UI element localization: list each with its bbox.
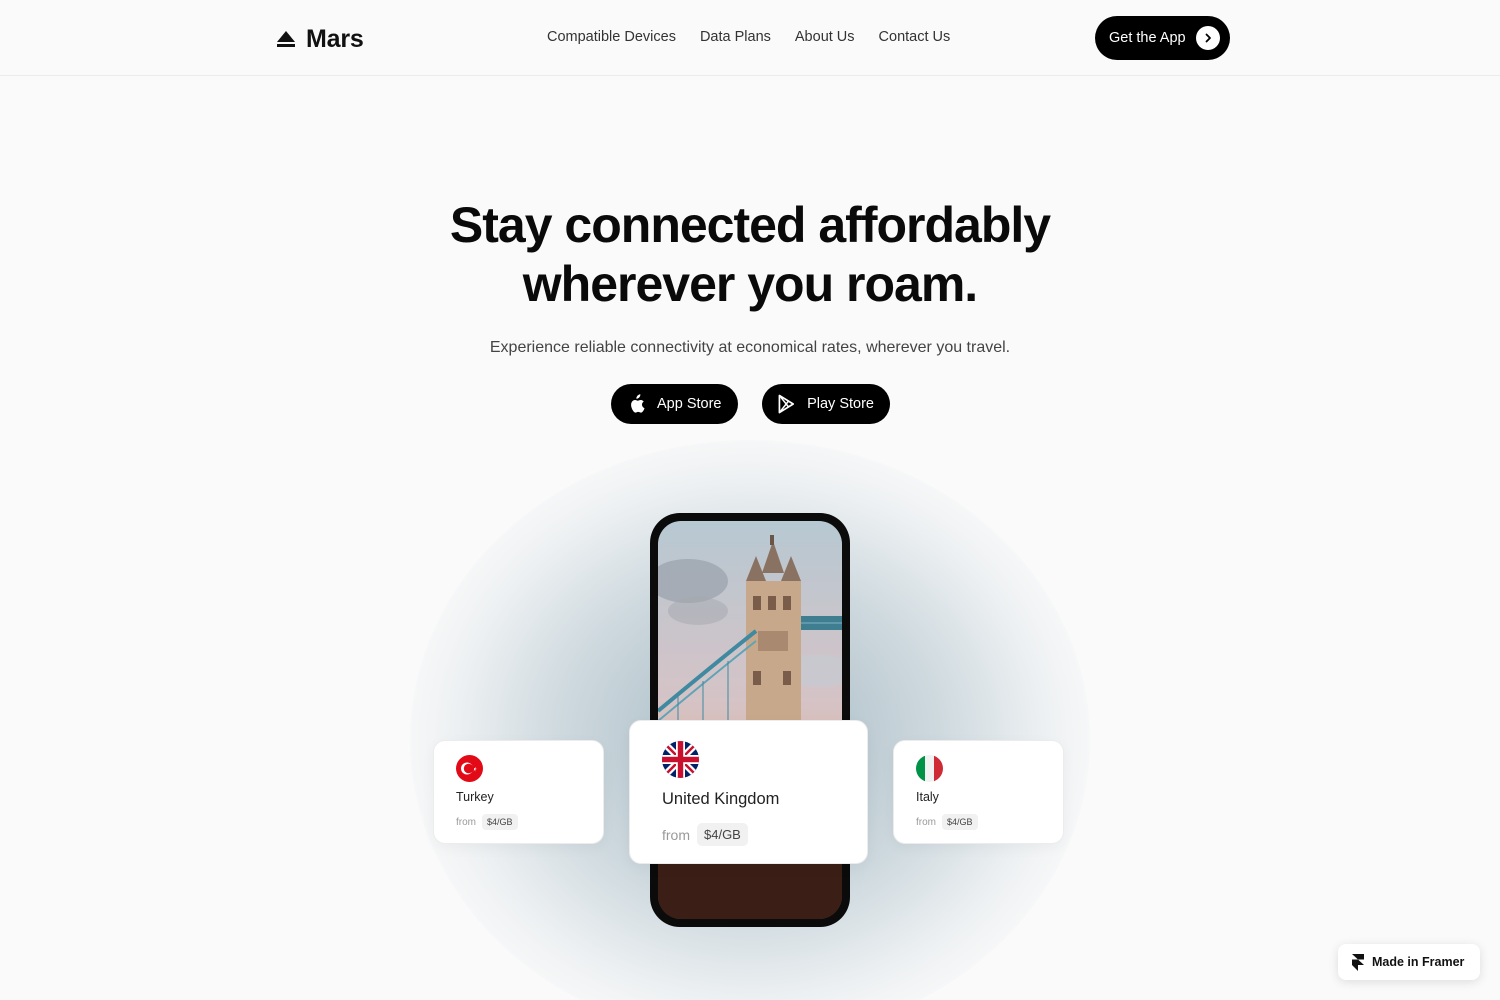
chevron-right-icon: [1195, 26, 1220, 50]
hero-headline-line2: wherever you roam.: [522, 256, 978, 312]
hero-headline: Stay connected affordably wherever you r…: [0, 196, 1500, 314]
from-label: from: [916, 816, 936, 828]
made-in-framer-label: Made in Framer: [1372, 955, 1465, 969]
logo[interactable]: Mars: [276, 24, 364, 54]
country-name: Turkey: [456, 790, 494, 804]
nav-links: Compatible Devices Data Plans About Us C…: [547, 29, 950, 45]
hero-subheadline: Experience reliable connectivity at econ…: [489, 339, 1011, 356]
app-store-label: App Store: [657, 396, 722, 412]
hero-headline-line1: Stay connected affordably: [449, 197, 1051, 253]
price-row: from $4/GB: [456, 814, 581, 830]
from-label: from: [662, 826, 690, 843]
country-card-united-kingdom[interactable]: United Kingdom from $4/GB: [629, 720, 868, 864]
top-navigation: Mars Compatible Devices Data Plans About…: [0, 0, 1500, 76]
turkey-flag-icon: [456, 755, 483, 782]
apple-icon: [631, 394, 645, 413]
country-card-italy[interactable]: Italy from $4/GB: [893, 740, 1064, 844]
country-name: Italy: [916, 790, 939, 804]
play-store-icon: [778, 394, 795, 414]
nav-link-data-plans[interactable]: Data Plans: [700, 29, 771, 45]
app-store-button[interactable]: App Store: [611, 384, 738, 424]
framer-icon: [1352, 953, 1364, 971]
play-store-button[interactable]: Play Store: [762, 384, 890, 424]
country-name: United Kingdom: [662, 790, 780, 808]
nav-link-about-us[interactable]: About Us: [795, 29, 855, 45]
price-tag: $4/GB: [942, 814, 978, 830]
get-the-app-label: Get the App: [1109, 30, 1186, 46]
store-buttons: App Store Play Store: [611, 384, 890, 424]
logo-icon: [277, 31, 295, 47]
price-row: from $4/GB: [916, 814, 1041, 830]
logo-text: Mars: [306, 24, 364, 53]
play-store-label: Play Store: [807, 396, 874, 412]
country-card-turkey[interactable]: Turkey from $4/GB: [433, 740, 604, 844]
uk-flag-icon: [662, 741, 699, 778]
made-in-framer-badge[interactable]: Made in Framer: [1338, 944, 1480, 980]
italy-flag-icon: [916, 755, 943, 782]
nav-link-compatible-devices[interactable]: Compatible Devices: [547, 29, 676, 45]
get-the-app-button[interactable]: Get the App: [1095, 16, 1230, 60]
nav-link-contact-us[interactable]: Contact Us: [879, 29, 951, 45]
price-tag: $4/GB: [697, 823, 748, 846]
from-label: from: [456, 816, 476, 828]
price-tag: $4/GB: [482, 814, 518, 830]
price-row: from $4/GB: [662, 823, 835, 846]
